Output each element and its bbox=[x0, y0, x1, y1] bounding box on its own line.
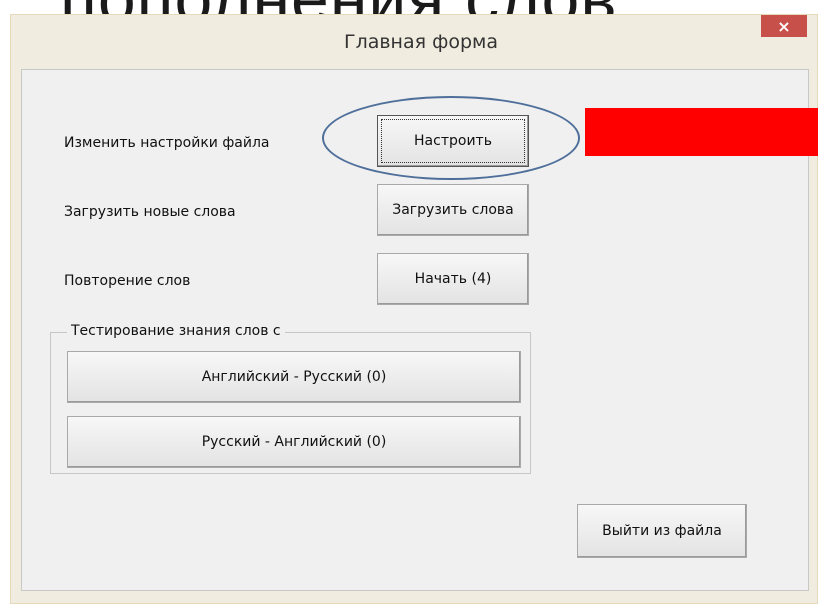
load-words-button[interactable]: Загрузить слова bbox=[377, 184, 529, 236]
label-repeat-words: Повторение слов bbox=[64, 273, 191, 289]
configure-button[interactable]: Настроить bbox=[377, 115, 529, 167]
test-group-legend: Тестирование знания слов с bbox=[67, 323, 285, 339]
main-form-window: Главная форма × Изменить настройки файла… bbox=[10, 14, 818, 604]
title-bar[interactable]: Главная форма × bbox=[11, 15, 817, 69]
label-change-settings: Изменить настройки файла bbox=[64, 135, 270, 151]
close-icon[interactable]: × bbox=[761, 15, 807, 37]
english-russian-button[interactable]: Английский - Русский (0) bbox=[67, 351, 521, 403]
window-title: Главная форма bbox=[343, 31, 498, 53]
test-group-box: Тестирование знания слов с Английский - … bbox=[50, 323, 531, 474]
russian-english-button[interactable]: Русский - Английский (0) bbox=[67, 416, 521, 468]
red-highlight-box bbox=[585, 108, 818, 156]
label-load-words: Загрузить новые слова bbox=[64, 204, 236, 220]
exit-file-button[interactable]: Выйти из файла bbox=[577, 504, 747, 558]
start-button[interactable]: Начать (4) bbox=[377, 253, 529, 305]
